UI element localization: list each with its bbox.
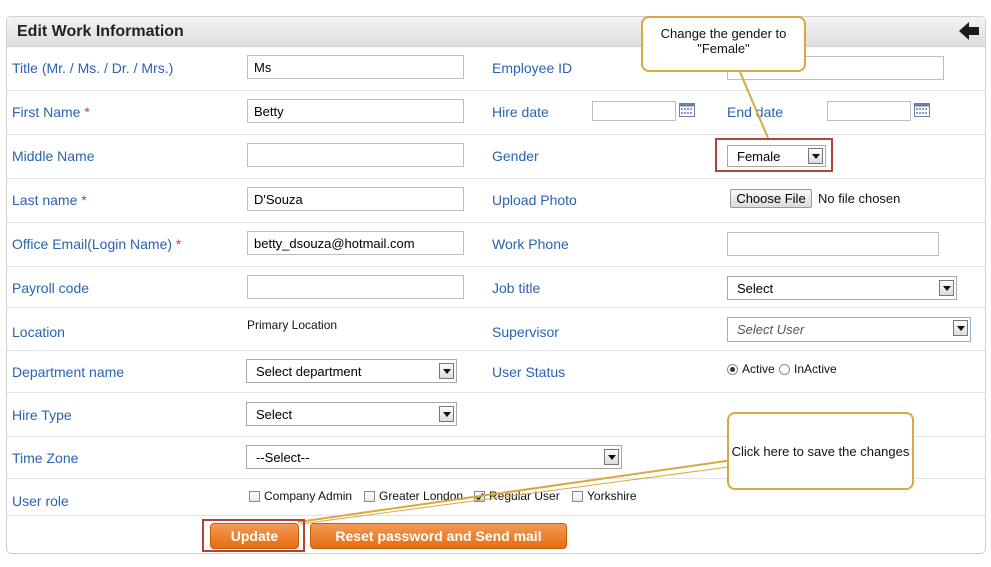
- update-highlight: [202, 519, 305, 552]
- save-callout-text: Click here to save the changes: [731, 444, 910, 459]
- gender-highlight: [715, 138, 833, 172]
- save-callout: Click here to save the changes: [727, 412, 914, 490]
- gender-callout-text: Change the gender to "Female": [660, 26, 787, 56]
- gender-callout: Change the gender to "Female": [641, 16, 806, 72]
